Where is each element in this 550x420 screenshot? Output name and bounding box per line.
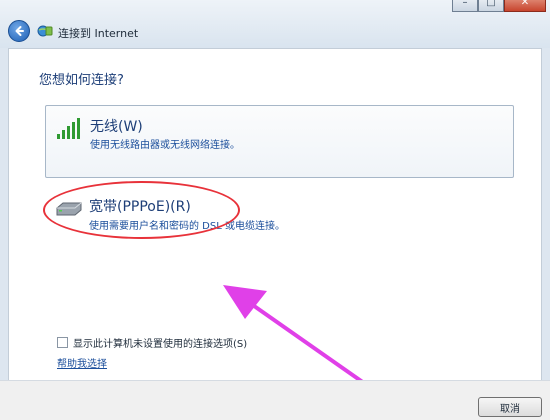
dialog-footer: 取消 [0,380,550,420]
minimize-button[interactable]: – [452,0,478,12]
network-globe-icon [37,25,53,37]
back-arrow-icon [15,26,24,36]
dialog-content: 您想如何连接? 无线(W) 使用无线路由器或无线网络连接。 宽带(PPPoE)(… [8,48,542,385]
option-wireless[interactable]: 无线(W) 使用无线路由器或无线网络连接。 [45,105,514,178]
help-me-choose-link[interactable]: 帮助我选择 [57,355,107,370]
annotation-arrow [223,285,366,385]
page-heading: 您想如何连接? [39,73,124,88]
wireless-signal-icon [57,118,80,139]
window-controls: – □ ✕ [452,0,546,12]
close-button[interactable]: ✕ [504,0,546,12]
option-wireless-description: 使用无线路由器或无线网络连接。 [90,140,240,151]
show-unconfigured-options-row[interactable]: 显示此计算机未设置使用的连接选项(S) [57,335,247,350]
show-unconfigured-label: 显示此计算机未设置使用的连接选项(S) [73,339,248,350]
cancel-button[interactable]: 取消 [478,397,542,417]
back-button[interactable] [8,20,30,42]
title-bar: – □ ✕ 连接到 Internet [0,0,550,48]
show-unconfigured-checkbox[interactable] [57,337,68,348]
option-wireless-title: 无线(W) [90,119,143,135]
window-title: 连接到 Internet [58,27,139,40]
maximize-button[interactable]: □ [478,0,504,12]
annotation-oval [43,181,240,239]
